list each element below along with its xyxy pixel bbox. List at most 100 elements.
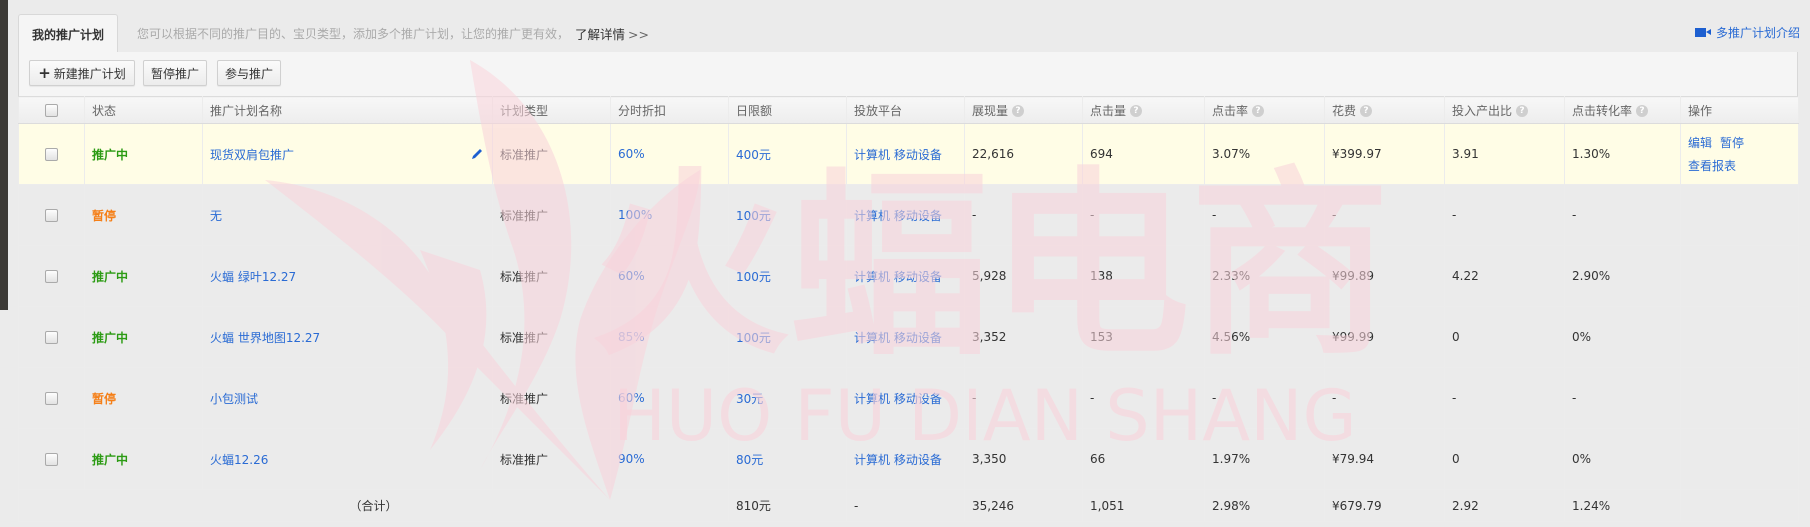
help-icon[interactable]: ?	[1252, 105, 1265, 117]
view-report-link[interactable]: 查看报表	[1688, 157, 1736, 174]
help-icon[interactable]: ?	[1130, 105, 1143, 117]
roi-value: 3.91	[1452, 147, 1479, 161]
total-cost: ¥679.79	[1324, 489, 1445, 522]
discount-value[interactable]: 60%	[618, 269, 645, 283]
plan-name-cell: 火蝠 世界地图12.27	[202, 306, 493, 368]
clicks-cell: 153	[1082, 306, 1205, 368]
discount-value[interactable]: 60%	[618, 147, 645, 161]
row-checkbox[interactable]	[45, 270, 58, 283]
platform-value[interactable]: 计算机 移动设备	[854, 209, 942, 223]
roi-value: 0	[1452, 452, 1460, 466]
plan-name-link[interactable]: 火蝠12.26	[210, 453, 268, 467]
plan-name-cell: 无	[202, 184, 493, 246]
pencil-icon[interactable]	[470, 147, 484, 161]
impressions-cell: 3,352	[964, 306, 1083, 368]
column-header-label: 投入产出比	[1452, 103, 1513, 118]
status-cell: 推广中	[84, 123, 203, 185]
plan-name-link[interactable]: 火蝠 世界地图12.27	[210, 331, 320, 345]
status-cell: 推广中	[84, 245, 203, 307]
learn-more-label: 了解详情	[575, 26, 626, 42]
impressions-cell: 5,928	[964, 245, 1083, 307]
clicks-value: -	[1090, 391, 1095, 405]
new-plan-label: 新建推广计划	[53, 66, 126, 81]
type-value: 标准推广	[500, 269, 549, 284]
ctr-cell: 4.56%	[1204, 306, 1325, 368]
plan-name-link[interactable]: 现货双肩包推广	[210, 148, 294, 162]
discount-cell: 60%	[610, 367, 729, 429]
edit-link[interactable]: 编辑	[1688, 134, 1712, 151]
budget-value[interactable]: 80元	[736, 453, 763, 467]
discount-value[interactable]: 100%	[618, 208, 652, 222]
clicks-cell: 138	[1082, 245, 1205, 307]
plan-name-link[interactable]: 小包测试	[210, 392, 258, 406]
learn-more-link[interactable]: 了解详情 >>	[575, 24, 649, 43]
budget-value[interactable]: 100元	[736, 270, 771, 284]
plan-name-link[interactable]: 无	[210, 209, 222, 223]
help-icon[interactable]: ?	[1360, 105, 1373, 117]
discount-value[interactable]: 60%	[618, 391, 645, 405]
cvr-value: 2.90%	[1572, 269, 1611, 283]
join-button[interactable]: 参与推广	[217, 60, 281, 86]
platform-value[interactable]: 计算机 移动设备	[854, 392, 942, 406]
campaign-panel: 我的推广计划 您可以根据不同的推广目的、宝贝类型，添加多个推广计划，让您的推广更…	[18, 14, 1800, 522]
discount-cell: 100%	[610, 184, 729, 246]
row-checkbox[interactable]	[45, 148, 58, 161]
total-impressions: 35,246	[964, 489, 1083, 522]
cost-cell: -	[1324, 367, 1445, 429]
tab-my-plans[interactable]: 我的推广计划	[18, 14, 118, 53]
budget-value[interactable]: 100元	[736, 209, 771, 223]
cvr-cell: 1.30%	[1564, 123, 1681, 185]
help-icon[interactable]: ?	[1012, 105, 1025, 117]
ctr-value: -	[1212, 208, 1217, 222]
platform-value[interactable]: 计算机 移动设备	[854, 331, 942, 345]
column-header: 状态	[84, 96, 203, 124]
budget-value[interactable]: 100元	[736, 331, 771, 345]
cost-value: -	[1332, 391, 1337, 405]
cvr-cell: -	[1564, 367, 1681, 429]
roi-cell: -	[1444, 184, 1565, 246]
column-header: 推广计划名称	[202, 96, 493, 124]
column-header: 日限额	[728, 96, 847, 124]
cvr-cell: -	[1564, 184, 1681, 246]
total-roi: 2.92	[1444, 489, 1565, 522]
row-select-cell	[18, 245, 85, 307]
column-header-label: 操作	[1688, 103, 1713, 118]
impressions-cell: -	[964, 367, 1083, 429]
help-icon[interactable]: ?	[1516, 105, 1529, 117]
status-badge: 暂停	[92, 208, 117, 223]
roi-value: -	[1452, 208, 1457, 222]
total-ops-empty	[1680, 489, 1799, 522]
budget-cell: 100元	[728, 184, 847, 246]
help-icon[interactable]: ?	[1636, 105, 1649, 117]
row-checkbox[interactable]	[45, 331, 58, 344]
platform-value[interactable]: 计算机 移动设备	[854, 270, 942, 284]
platform-value[interactable]: 计算机 移动设备	[854, 453, 942, 467]
platform-cell: 计算机 移动设备	[846, 123, 965, 185]
row-checkbox[interactable]	[45, 392, 58, 405]
column-header: 分时折扣	[610, 96, 729, 124]
total-platform: -	[846, 489, 965, 522]
select-all-checkbox[interactable]	[45, 104, 58, 117]
ctr-cell: -	[1204, 367, 1325, 429]
ctr-cell: 2.33%	[1204, 245, 1325, 307]
cvr-value: 1.30%	[1572, 147, 1611, 161]
plan-name-link[interactable]: 火蝠 绿叶12.27	[210, 270, 296, 284]
budget-value[interactable]: 30元	[736, 392, 763, 406]
row-checkbox[interactable]	[45, 453, 58, 466]
multi-plan-intro-link[interactable]: 多推广计划介绍	[1694, 22, 1800, 42]
impressions-value: 22,616	[972, 147, 1014, 161]
pause-button[interactable]: 暂停推广	[143, 60, 207, 86]
discount-value[interactable]: 85%	[618, 330, 645, 344]
budget-value[interactable]: 400元	[736, 148, 771, 162]
toolbar: + 新建推广计划 暂停推广 参与推广	[18, 52, 1798, 96]
impressions-cell: -	[964, 184, 1083, 246]
new-plan-button[interactable]: + 新建推广计划	[29, 60, 135, 86]
row-checkbox[interactable]	[45, 209, 58, 222]
roi-cell: 4.22	[1444, 245, 1565, 307]
ctr-value: 2.33%	[1212, 269, 1251, 283]
platform-value[interactable]: 计算机 移动设备	[854, 148, 942, 162]
column-header: 操作	[1680, 96, 1799, 124]
pause-link[interactable]: 暂停	[1720, 134, 1744, 151]
discount-value[interactable]: 90%	[618, 452, 645, 466]
ctr-value: 4.56%	[1212, 330, 1251, 344]
